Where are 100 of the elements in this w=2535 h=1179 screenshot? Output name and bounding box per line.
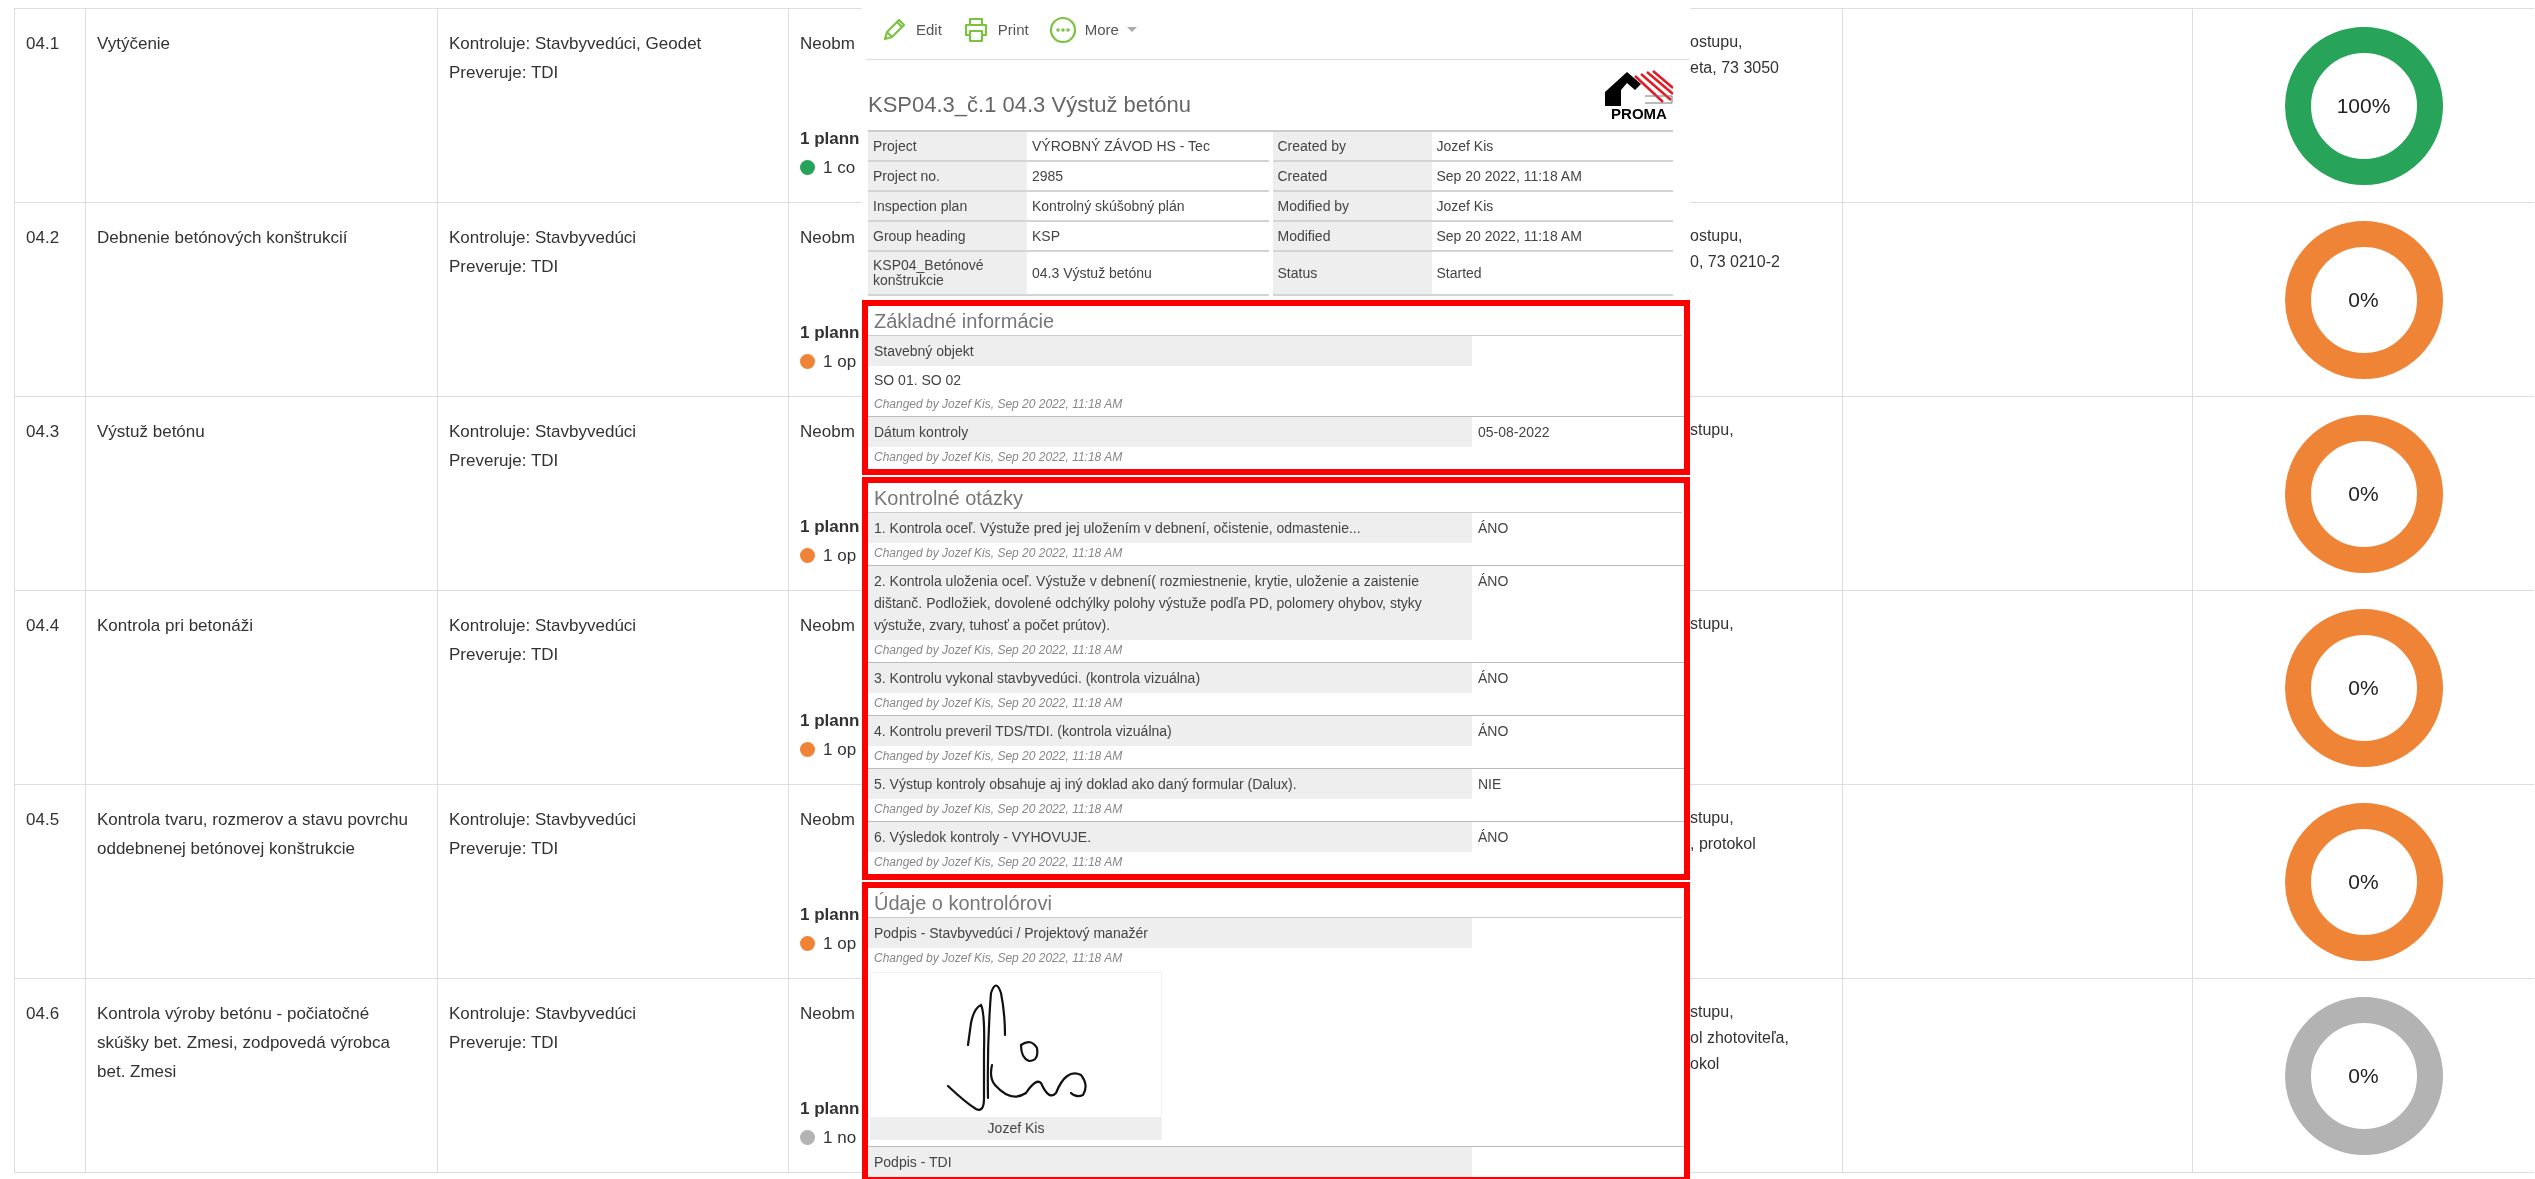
field-value: Sep 20 2022, 11:18 AM <box>1435 226 1583 246</box>
role-text: Kontroluje: Stavbyvedúci <box>449 1003 637 1025</box>
row-number: 04.2 <box>26 227 60 249</box>
field-value: 2985 <box>1031 166 1065 186</box>
planned-count: 1 plann <box>800 1098 860 1120</box>
more-button[interactable]: More <box>1048 15 1137 44</box>
row-number: 04.1 <box>26 33 60 55</box>
change-note: Changed by Jozef Kis, Sep 20 2022, 11:18 AM <box>873 748 1124 765</box>
status-count: 1 co <box>823 157 856 179</box>
answer-value: NIE <box>1477 775 1503 794</box>
question-label: 6. Výsledok kontroly - VYHOVUJE. <box>868 822 1472 852</box>
requirement-text: stupu, <box>1690 420 1734 440</box>
progress-ring: 0% <box>2284 414 2443 573</box>
change-note: Changed by Jozef Kis, Sep 20 2022, 11:18 AM <box>873 545 1124 562</box>
answer-value: ÁNO <box>1477 572 1510 591</box>
role-text: Kontroluje: Stavbyvedúci <box>449 809 637 831</box>
change-note: Changed by Jozef Kis, Sep 20 2022, 11:18 AM <box>873 449 1124 466</box>
field-label: Modified <box>1272 222 1432 250</box>
status-count: 1 no <box>823 1127 857 1149</box>
field-label: Created <box>1272 162 1432 190</box>
logo-text: PROMA <box>1611 106 1667 122</box>
requirement-text: 0, 73 0210-2 <box>1690 252 1780 272</box>
print-button[interactable]: Print <box>961 15 1029 44</box>
task-name: Výstuž betónu <box>97 421 205 443</box>
field-value: 04.3 Výstuž betónu <box>1031 263 1153 283</box>
field-label: Inspection plan <box>868 192 1027 220</box>
answer-value: ÁNO <box>1477 519 1510 538</box>
requirement-text: ol zhotoviteľa, <box>1690 1028 1789 1048</box>
field-label: Project <box>868 132 1027 160</box>
status-count: 1 op <box>823 351 857 373</box>
field-value: VÝROBNÝ ZÁVOD HS - Tec <box>1031 136 1211 156</box>
requirement-text: stupu, <box>1690 1002 1734 1022</box>
field-value: Started <box>1435 263 1483 283</box>
field-label: Modified by <box>1272 192 1432 220</box>
requirement-text: stupu, <box>1690 808 1734 828</box>
requirement-text: eta, 73 3050 <box>1690 58 1779 78</box>
question-label: 1. Kontrola oceľ. Výstuže pred jej uložením v debnení, očistenie, odmastenie... <box>868 513 1472 543</box>
role-text: Preveruje: TDI <box>449 838 559 860</box>
document-title: KSP04.3_č.1 04.3 Výstuž betónu <box>868 92 1191 119</box>
status-text: Neobm <box>800 1003 855 1025</box>
field-label: Status <box>1272 252 1432 294</box>
progress-ring: 0% <box>2284 802 2443 961</box>
progress-ring: 100% <box>2284 26 2443 185</box>
question-label: 3. Kontrolu vykonal stavbyvedúci. (kontrola vizuálna) <box>868 663 1472 693</box>
caret-icon <box>1126 27 1137 32</box>
requirement-text: , protokol <box>1690 834 1756 854</box>
status-text: Neobm <box>800 809 855 831</box>
question-label: Stavebný objekt <box>868 336 1472 366</box>
change-note: Changed by Jozef Kis, Sep 20 2022, 11:18 AM <box>873 396 1124 413</box>
row-number: 04.6 <box>26 1003 60 1025</box>
role-text: Preveruje: TDI <box>449 450 559 472</box>
answer-value: 05-08-2022 <box>1477 423 1551 442</box>
row-number: 04.4 <box>26 615 60 637</box>
question-label: Dátum kontroly <box>868 417 1472 447</box>
field-label: Group heading <box>868 222 1027 250</box>
task-name: Kontrola výroby betónu - počiatočné skúšky bet. Zmesi, zodpovedá výrobca bet. Zmesi <box>97 1003 391 1083</box>
planned-count: 1 plann <box>800 710 860 732</box>
role-text: Kontroluje: Stavbyvedúci <box>449 615 637 637</box>
requirement-text: ostupu, <box>1690 32 1743 52</box>
task-name: Kontrola pri betonáži <box>97 615 253 637</box>
field-value: Kontrolný skúšobný plán <box>1031 196 1186 216</box>
progress-ring: 0% <box>2284 996 2443 1155</box>
status-text: Neobm <box>800 421 855 443</box>
progress-ring: 0% <box>2284 220 2443 379</box>
change-note: Changed by Jozef Kis, Sep 20 2022, 11:18 AM <box>873 642 1124 659</box>
field-value: Jozef Kis <box>1435 136 1495 156</box>
answer-value: ÁNO <box>1477 669 1510 688</box>
signer-name: Jozef Kis <box>871 1117 1161 1139</box>
row-number: 04.3 <box>26 421 60 443</box>
edit-button[interactable]: Edit <box>880 15 942 44</box>
task-name: Debnenie betónových konštrukcií <box>97 227 348 249</box>
progress-ring: 0% <box>2284 608 2443 767</box>
requirement-text: ostupu, <box>1690 226 1743 246</box>
role-text: Preveruje: TDI <box>449 62 559 84</box>
planned-count: 1 plann <box>800 128 860 150</box>
planned-count: 1 plann <box>800 516 860 538</box>
answer-value: ÁNO <box>1477 722 1510 741</box>
question-label: 5. Výstup kontroly obsahuje aj iný doklad ako daný formular (Dalux). <box>868 769 1472 799</box>
planned-count: 1 plann <box>800 322 860 344</box>
field-label: KSP04_Betónové konštrukcie <box>868 252 1027 294</box>
answer-value: ÁNO <box>1477 828 1510 847</box>
planned-count: 1 plann <box>800 904 860 926</box>
house-logo-icon <box>1605 70 1673 106</box>
field-value: Jozef Kis <box>1435 196 1495 216</box>
status-text: Neobm <box>800 33 855 55</box>
status-count: 1 op <box>823 933 857 955</box>
requirement-text: okol <box>1690 1054 1720 1074</box>
question-label: 2. Kontrola uloženia oceľ. Výstuže v debnení( rozmiestnenie, krytie, uloženie a zaistenie dištanč. Podložiek, dovolené odchýlky polohy výstuže podľa PD, polomery ohybov, styky výstuže, zvary, tuhosť a počet prútov). <box>868 566 1472 640</box>
role-text: Preveruje: TDI <box>449 1032 559 1054</box>
role-text: Kontroluje: Stavbyvedúci, Geodet <box>449 33 702 55</box>
status-text: Neobm <box>800 227 855 249</box>
question-label: 4. Kontrolu preveril TDS/TDI. (kontrola vizuálna) <box>868 716 1472 746</box>
more-icon <box>1048 15 1077 44</box>
answer-value: SO 01. SO 02 <box>873 371 963 390</box>
change-note: Changed by Jozef Kis, Sep 20 2022, 11:18 AM <box>873 801 1124 818</box>
change-note: Changed by Jozef Kis, Sep 20 2022, 11:18 AM <box>873 950 1124 967</box>
field-label: Project no. <box>868 162 1027 190</box>
change-note: Changed by Jozef Kis, Sep 20 2022, 11:18 AM <box>873 854 1124 871</box>
requirement-text: stupu, <box>1690 614 1734 634</box>
status-count: 1 op <box>823 545 857 567</box>
